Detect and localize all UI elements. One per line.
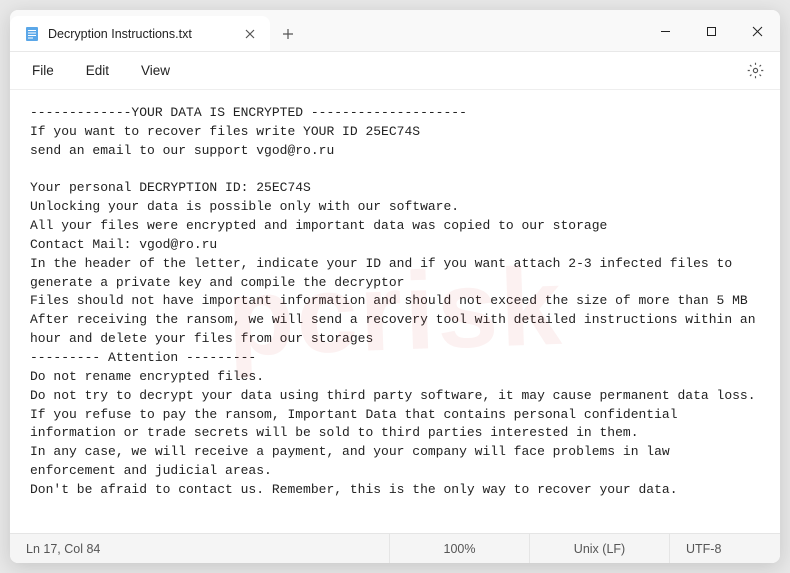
- document-text: -------------YOUR DATA IS ENCRYPTED ----…: [30, 104, 760, 500]
- text-editor-area[interactable]: pcrisk -------------YOUR DATA IS ENCRYPT…: [10, 90, 780, 533]
- menu-file[interactable]: File: [18, 57, 68, 84]
- status-cursor-position: Ln 17, Col 84: [10, 534, 390, 563]
- window-controls: [642, 10, 780, 51]
- new-tab-button[interactable]: [270, 16, 306, 51]
- status-line-ending: Unix (LF): [530, 534, 670, 563]
- status-bar: Ln 17, Col 84 100% Unix (LF) UTF-8: [10, 533, 780, 563]
- minimize-button[interactable]: [642, 10, 688, 52]
- maximize-button[interactable]: [688, 10, 734, 52]
- close-window-button[interactable]: [734, 10, 780, 52]
- menu-bar: File Edit View: [10, 52, 780, 90]
- menu-view[interactable]: View: [127, 57, 184, 84]
- tab-title: Decryption Instructions.txt: [48, 27, 230, 41]
- tab-close-button[interactable]: [238, 22, 262, 46]
- settings-button[interactable]: [738, 54, 772, 88]
- status-encoding: UTF-8: [670, 534, 780, 563]
- notepad-icon: [24, 26, 40, 42]
- document-tab[interactable]: Decryption Instructions.txt: [10, 16, 270, 51]
- status-zoom[interactable]: 100%: [390, 534, 530, 563]
- notepad-window: Decryption Instructions.txt File Edit Vi…: [10, 10, 780, 563]
- menu-edit[interactable]: Edit: [72, 57, 123, 84]
- title-bar: Decryption Instructions.txt: [10, 10, 780, 52]
